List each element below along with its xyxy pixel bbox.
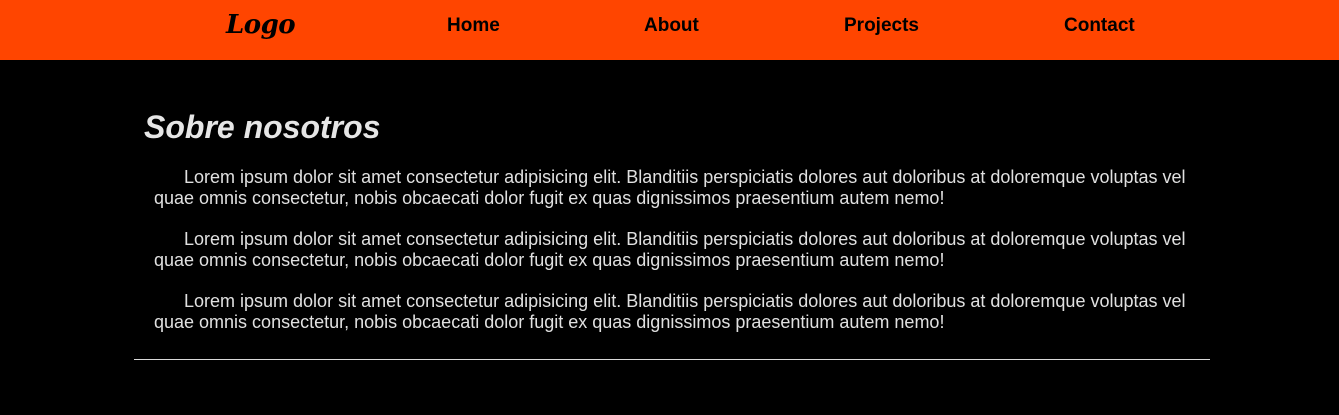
logo[interactable]: Logo (226, 10, 296, 40)
top-navbar: Logo Home About Projects Contact (0, 0, 1339, 60)
nav-link-home[interactable]: Home (447, 15, 500, 37)
nav-link-projects[interactable]: Projects (844, 15, 919, 37)
section-divider (134, 359, 1210, 360)
about-paragraph: Lorem ipsum dolor sit amet consectetur a… (154, 291, 1186, 332)
about-paragraph: Lorem ipsum dolor sit amet consectetur a… (154, 229, 1186, 270)
nav-link-about[interactable]: About (644, 15, 699, 37)
nav-link-contact[interactable]: Contact (1064, 15, 1135, 37)
about-paragraph: Lorem ipsum dolor sit amet consectetur a… (154, 167, 1186, 208)
section-title: Sobre nosotros (144, 109, 381, 145)
